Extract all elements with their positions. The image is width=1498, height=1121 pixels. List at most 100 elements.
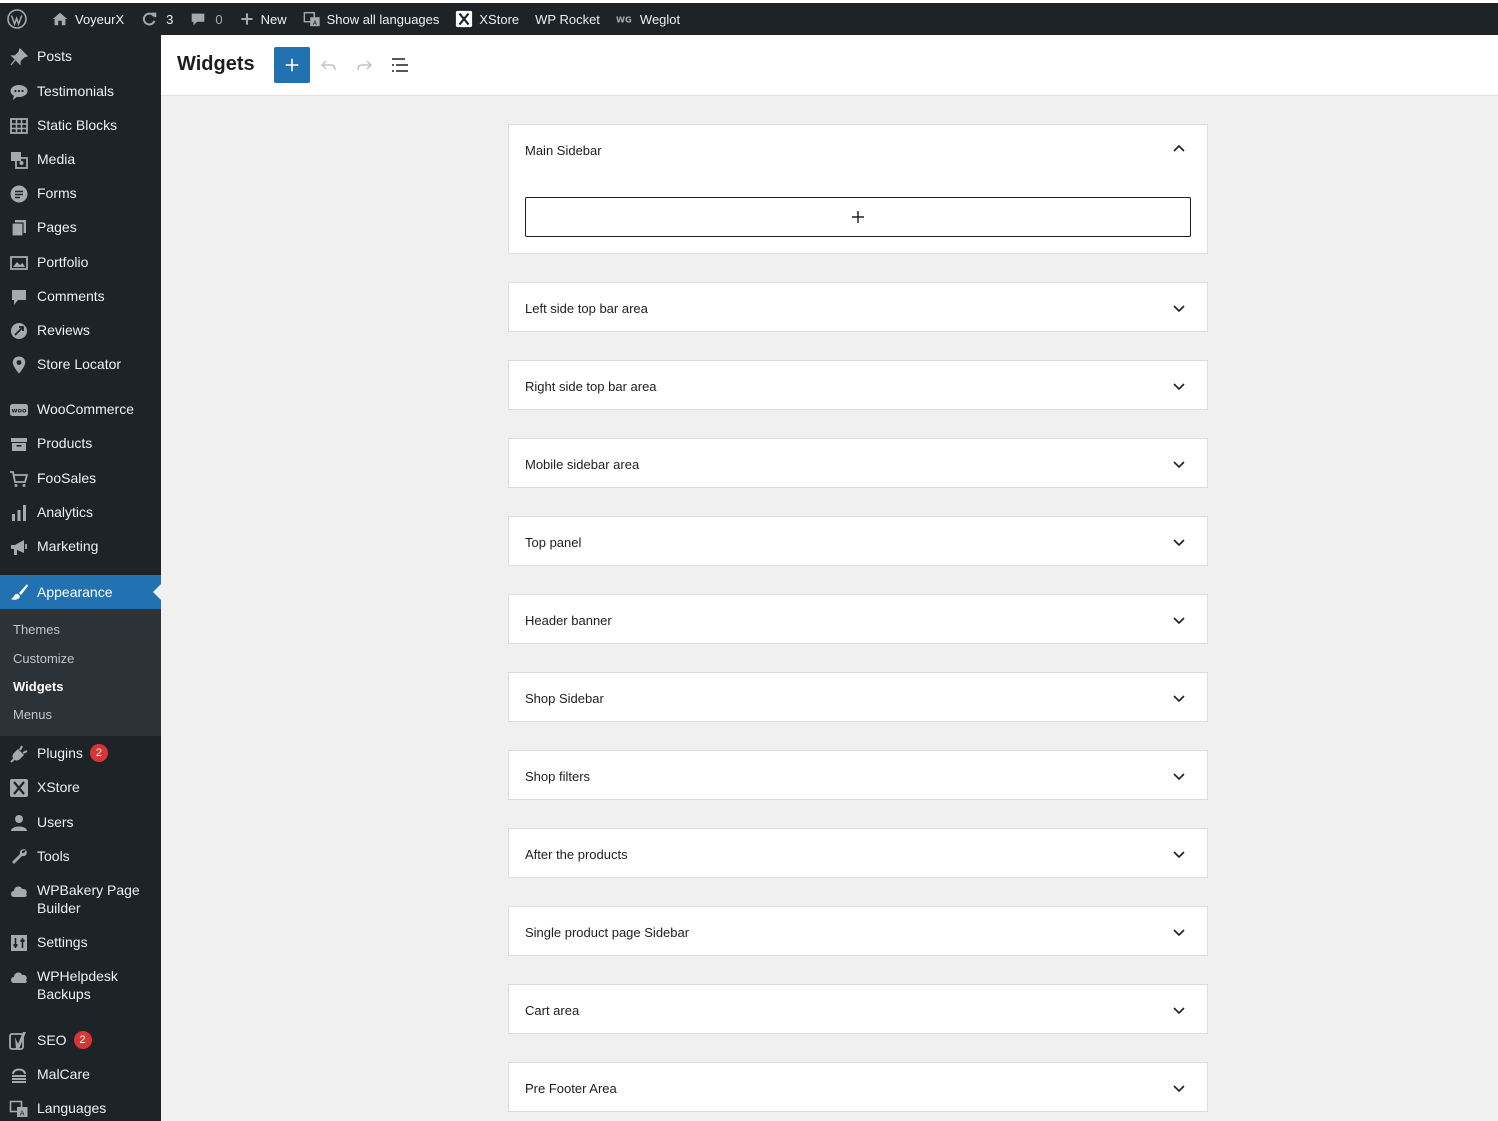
chevron-down-icon[interactable] (1171, 300, 1187, 321)
widget-area-title: Shop filters (525, 769, 591, 784)
updates-count: 3 (166, 11, 174, 27)
updates-menu[interactable]: 3 (132, 3, 181, 35)
widget-area-main-sidebar: Main Sidebar (508, 124, 1208, 254)
sidebar-item-tools[interactable]: Tools (0, 847, 161, 867)
submenu-item-menus[interactable]: Menus (13, 707, 52, 722)
forms-icon (9, 184, 29, 204)
wordpress-logo-icon (7, 9, 27, 29)
widget-area-single-product-sidebar[interactable]: Single product page Sidebar (508, 906, 1208, 956)
chevron-down-icon[interactable] (1171, 924, 1187, 945)
new-content-menu[interactable]: New (231, 3, 295, 35)
location-pin-icon (9, 355, 29, 375)
widget-area-shop-sidebar[interactable]: Shop Sidebar (508, 672, 1208, 722)
sidebar-item-static-blocks[interactable]: Static Blocks (0, 116, 161, 136)
sidebar-item-users[interactable]: Users (0, 813, 161, 833)
plugins-update-badge: 2 (89, 744, 108, 762)
plus-icon (285, 58, 299, 72)
translate-icon: A (303, 11, 320, 27)
sidebar-item-analytics[interactable]: Analytics (0, 503, 161, 523)
plug-icon (9, 744, 29, 764)
sidebar-item-comments[interactable]: Comments (0, 287, 161, 307)
sidebar-item-portfolio[interactable]: Portfolio (0, 253, 161, 273)
sidebar-item-wphelpdesk-backups[interactable]: WPHelpdesk Backups (0, 967, 161, 1003)
chevron-down-icon[interactable] (1171, 846, 1187, 867)
widget-area-shop-filters[interactable]: Shop filters (508, 750, 1208, 800)
sidebar-item-marketing[interactable]: Marketing (0, 537, 161, 557)
sidebar-item-forms[interactable]: Forms (0, 184, 161, 204)
portfolio-icon (9, 253, 29, 273)
xstore-menu[interactable]: XStore (447, 3, 527, 35)
home-icon (52, 12, 68, 26)
chevron-down-icon[interactable] (1171, 378, 1187, 399)
chevron-down-icon[interactable] (1171, 690, 1187, 711)
chevron-down-icon[interactable] (1171, 534, 1187, 555)
sidebar-item-xstore[interactable]: XStore (0, 778, 161, 798)
widget-area-cart-area[interactable]: Cart area (508, 984, 1208, 1034)
languages-label: Show all languages (326, 11, 440, 27)
submenu-item-customize[interactable]: Customize (13, 651, 74, 666)
weglot-menu[interactable]: WG Weglot (608, 3, 688, 35)
sidebar-item-appearance[interactable]: Appearance (0, 575, 161, 609)
sidebar-item-plugins[interactable]: Plugins 2 (0, 744, 161, 764)
svg-text:WG: WG (616, 14, 632, 24)
wp-rocket-menu[interactable]: WP Rocket (527, 3, 608, 35)
refresh-icon (143, 12, 157, 26)
chevron-down-icon[interactable] (1171, 1002, 1187, 1023)
sidebar-item-testimonials[interactable]: Testimonials (0, 82, 161, 102)
undo-button[interactable] (311, 47, 347, 83)
plus-icon (852, 211, 864, 223)
widget-area-title: Shop Sidebar (525, 691, 604, 706)
add-block-button[interactable] (525, 197, 1191, 237)
sidebar-item-languages[interactable]: A Languages (0, 1099, 161, 1119)
widget-area-left-side-top-bar[interactable]: Left side top bar area (508, 282, 1208, 332)
sidebar-item-products[interactable]: Products (0, 434, 161, 454)
page-title: Widgets (177, 53, 255, 75)
site-name-menu[interactable]: VoyeurX (43, 3, 132, 35)
new-label: New (260, 11, 287, 27)
reviews-icon (9, 321, 29, 341)
translate-icon: A (9, 1099, 29, 1119)
list-view-button[interactable] (382, 47, 418, 83)
sidebar-item-malcare[interactable]: MalCare (0, 1065, 161, 1085)
widget-area-pre-footer[interactable]: Pre Footer Area (508, 1062, 1208, 1112)
speech-bubbles-icon (9, 82, 29, 102)
media-icon (9, 150, 29, 170)
widget-area-title[interactable]: Main Sidebar (525, 143, 602, 158)
sidebar-item-media[interactable]: Media (0, 150, 161, 170)
submenu-item-themes[interactable]: Themes (13, 622, 60, 637)
chevron-down-icon[interactable] (1171, 612, 1187, 633)
sidebar-item-pages[interactable]: Pages (0, 218, 161, 238)
sidebar-item-woocommerce[interactable]: woo WooCommerce (0, 400, 161, 420)
user-icon (9, 813, 29, 833)
chevron-up-icon[interactable] (1171, 141, 1187, 162)
sidebar-item-foosales[interactable]: FooSales (0, 469, 161, 489)
weglot-logo-icon: WG (616, 14, 632, 24)
widget-area-right-side-top-bar[interactable]: Right side top bar area (508, 360, 1208, 410)
widget-area-header-banner[interactable]: Header banner (508, 594, 1208, 644)
chevron-down-icon[interactable] (1171, 1080, 1187, 1101)
redo-button[interactable] (346, 47, 382, 83)
site-name: VoyeurX (75, 11, 125, 27)
sidebar-item-seo[interactable]: SEO 2 (0, 1031, 161, 1051)
sidebar-item-wpbakery[interactable]: WPBakery Page Builder (0, 881, 161, 917)
chevron-down-icon[interactable] (1171, 456, 1187, 477)
sidebar-item-settings[interactable]: Settings (0, 933, 161, 953)
widget-area-mobile-sidebar[interactable]: Mobile sidebar area (508, 438, 1208, 488)
pages-icon (9, 218, 29, 238)
widget-area-after-the-products[interactable]: After the products (508, 828, 1208, 878)
widget-area-top-panel[interactable]: Top panel (508, 516, 1208, 566)
block-inserter-button[interactable] (274, 47, 310, 83)
svg-text:A: A (312, 20, 317, 27)
admin-sidebar: Posts Testimonials Static Blocks Media F… (0, 35, 161, 1121)
xstore-label: XStore (479, 11, 520, 27)
chevron-down-icon[interactable] (1171, 768, 1187, 789)
wp-logo-menu[interactable] (0, 3, 43, 35)
sidebar-item-reviews[interactable]: Reviews (0, 321, 161, 341)
xstore-logo-icon (456, 10, 473, 28)
sidebar-item-posts[interactable]: Posts (0, 47, 161, 67)
languages-menu[interactable]: A Show all languages (295, 3, 448, 35)
comments-menu[interactable]: 0 (181, 3, 230, 35)
widget-area-title: Pre Footer Area (525, 1081, 617, 1096)
sidebar-item-store-locator[interactable]: Store Locator (0, 355, 161, 375)
submenu-item-widgets[interactable]: Widgets (13, 679, 63, 694)
